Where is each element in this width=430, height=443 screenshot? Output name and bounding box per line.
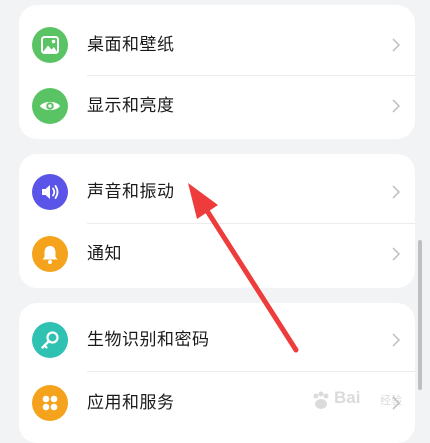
bell-icon xyxy=(32,236,68,272)
watermark-text: Bai xyxy=(334,388,361,407)
apps-grid-icon xyxy=(32,385,68,421)
settings-item-notifications[interactable]: 通知 xyxy=(19,224,415,284)
chevron-right-icon xyxy=(392,99,401,113)
settings-item-label: 声音和振动 xyxy=(87,182,175,202)
chevron-right-icon xyxy=(392,38,401,52)
chevron-right-icon xyxy=(392,185,401,199)
paw-logo-icon xyxy=(313,391,329,409)
settings-item-label: 生物识别和密码 xyxy=(87,330,210,350)
chevron-right-icon xyxy=(392,333,401,347)
baidu-watermark: Bai 经验 xyxy=(310,384,422,420)
settings-item-label: 应用和服务 xyxy=(87,393,175,413)
settings-card-security: 生物识别和密码 应用和服务 xyxy=(19,303,415,443)
scrollbar[interactable] xyxy=(418,240,422,390)
divider xyxy=(87,371,415,372)
settings-item-label: 通知 xyxy=(87,244,122,264)
wallpaper-icon xyxy=(32,27,68,63)
speaker-icon xyxy=(32,174,68,210)
settings-item-sound[interactable]: 声音和振动 xyxy=(19,162,415,222)
key-icon xyxy=(32,322,68,358)
settings-item-biometrics[interactable]: 生物识别和密码 xyxy=(19,310,415,370)
chevron-right-icon xyxy=(392,247,401,261)
eye-icon xyxy=(32,88,68,124)
settings-card-sound: 声音和振动 通知 xyxy=(19,154,415,288)
settings-item-wallpaper[interactable]: 桌面和壁纸 xyxy=(19,15,415,75)
settings-item-label: 显示和亮度 xyxy=(87,96,175,116)
watermark-subtext: 经验 xyxy=(380,394,402,407)
settings-item-display[interactable]: 显示和亮度 xyxy=(19,76,415,136)
settings-card-display: 桌面和壁纸 显示和亮度 xyxy=(19,5,415,139)
settings-item-label: 桌面和壁纸 xyxy=(87,35,175,55)
